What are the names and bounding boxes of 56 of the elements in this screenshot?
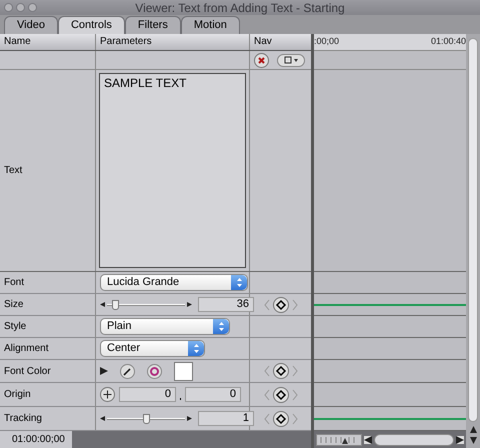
number-field[interactable]: 0: [185, 387, 241, 402]
disclosure-triangle-icon[interactable]: [100, 367, 108, 375]
parameter-label: Origin: [4, 388, 31, 402]
right-arrow-icon[interactable]: [187, 416, 192, 421]
number-field[interactable]: 0: [119, 387, 176, 402]
stepper-icon: [188, 341, 204, 356]
column-header[interactable]: Parameters: [96, 34, 250, 50]
slider-thumb[interactable]: [112, 300, 119, 310]
keyframe-navigator-icon[interactable]: [262, 362, 298, 380]
font-dropdown[interactable]: Plain: [100, 318, 230, 335]
left-arrow-icon[interactable]: [100, 302, 105, 307]
scroll-thumb[interactable]: [374, 434, 454, 446]
menu-icon[interactable]: [277, 54, 305, 66]
timeline-tick: 01:00:40: [430, 35, 466, 48]
tab[interactable]: Motion: [180, 16, 240, 34]
parameter-label: Text: [4, 164, 22, 178]
text-area[interactable]: SAMPLE TEXT: [99, 73, 246, 268]
column-header[interactable]: Nav: [250, 34, 311, 50]
color-swatch[interactable]: [174, 362, 193, 380]
left-arrow-icon[interactable]: [100, 416, 105, 421]
tab[interactable]: Controls: [58, 16, 125, 34]
parameter-label: Alignment: [4, 342, 48, 356]
keyframe-navigator-icon[interactable]: [262, 386, 298, 404]
scroll-thumb[interactable]: [468, 38, 478, 422]
slider-track[interactable]: [107, 300, 185, 310]
parameter-label: Font Color: [4, 364, 51, 378]
zoom-ruler-icon[interactable]: [316, 434, 362, 446]
keyframe-navigator-icon[interactable]: [262, 296, 298, 314]
reset-icon[interactable]: [254, 52, 269, 68]
tab[interactable]: Filters: [124, 16, 181, 34]
parameter-label: Style: [4, 320, 26, 334]
crosshair-icon[interactable]: [100, 387, 115, 402]
timecode-field[interactable]: 01:00:00;00: [0, 431, 72, 448]
stepper-icon: [231, 275, 247, 290]
up-arrow-icon[interactable]: [470, 426, 476, 433]
right-arrow-icon[interactable]: [456, 436, 464, 444]
down-arrow-icon[interactable]: [470, 437, 476, 444]
slider-track[interactable]: [107, 414, 185, 424]
column-header[interactable]: Name: [0, 34, 96, 50]
keyframe-navigator-icon[interactable]: [262, 410, 298, 428]
left-arrow-icon[interactable]: [364, 436, 372, 444]
color-wheel-icon[interactable]: [147, 364, 162, 378]
eyedropper-icon[interactable]: [120, 364, 135, 378]
parameter-label: Size: [4, 298, 24, 312]
stepper-icon: [213, 319, 229, 334]
right-arrow-icon[interactable]: [187, 302, 192, 307]
number-field[interactable]: 36: [198, 297, 254, 312]
timeline-tick: :00;00: [314, 35, 340, 48]
window-title: Viewer: Text from Adding Text - Starting: [134, 0, 346, 16]
parameter-label: Font: [4, 276, 24, 290]
font-dropdown[interactable]: Lucida Grande: [100, 274, 248, 291]
parameter-label: Tracking: [4, 412, 42, 426]
tab[interactable]: Video: [4, 16, 58, 34]
slider-thumb[interactable]: [143, 414, 150, 424]
number-field[interactable]: 1: [198, 411, 254, 426]
font-dropdown[interactable]: Center: [100, 340, 205, 357]
